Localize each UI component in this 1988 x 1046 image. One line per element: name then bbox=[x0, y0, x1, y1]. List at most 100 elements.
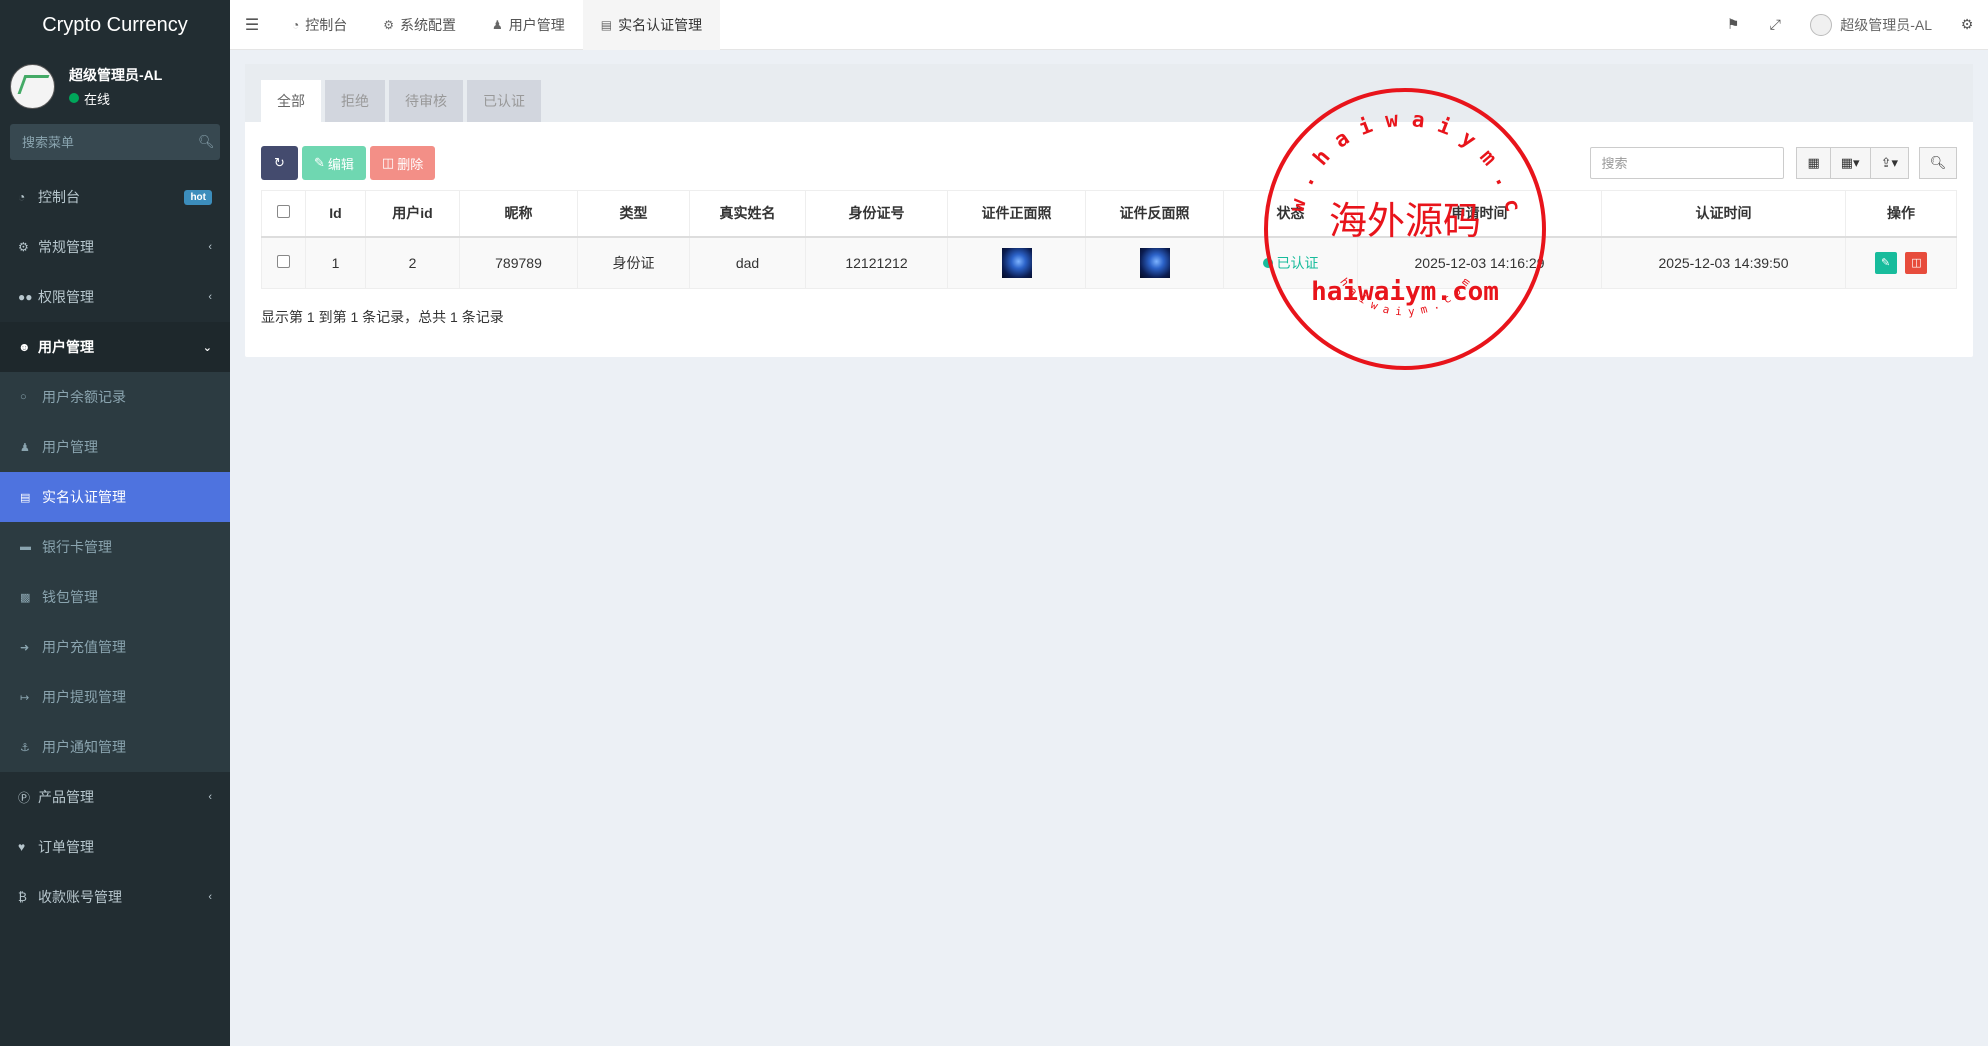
menu-search: 🔍︎ bbox=[10, 124, 220, 160]
cell-actions: ✎ ◫ bbox=[1845, 236, 1957, 289]
cell-nickname: 789789 bbox=[459, 236, 578, 289]
toggle-view-button[interactable]: ▦ bbox=[1796, 147, 1831, 179]
col-id-number[interactable]: 身份证号 bbox=[805, 190, 948, 238]
sidebar-subitem-recharge[interactable]: ➜ 用户充值管理 bbox=[0, 622, 230, 672]
delete-button[interactable]: ◫ 删除 bbox=[369, 146, 436, 180]
sidebar: Crypto Currency 超级管理员-AL 在线 🔍︎ ◔ 控制台 hot… bbox=[0, 0, 230, 1046]
id-back-thumbnail[interactable] bbox=[1139, 247, 1170, 278]
heartbeat-icon: ♥ bbox=[18, 840, 26, 854]
sidebar-item-general[interactable]: ⚙ 常规管理 ‹ bbox=[0, 222, 230, 272]
refresh-icon: ↻ bbox=[274, 155, 285, 170]
circle-o-icon: ○ bbox=[20, 391, 27, 403]
hamburger-menu-icon[interactable]: ☰ bbox=[230, 15, 274, 35]
sign-out-icon: ↦ bbox=[20, 691, 30, 704]
chevron-left-icon: ‹ bbox=[208, 891, 212, 903]
cogs-icon: ⚙ bbox=[18, 240, 29, 254]
cell-type: 身份证 bbox=[577, 236, 690, 289]
cell-real-name: dad bbox=[689, 236, 806, 289]
filter-tabs: 全部 拒绝 待审核 已认证 bbox=[245, 64, 1973, 122]
sidebar-subitem-label: 用户通知管理 bbox=[42, 739, 126, 755]
sidebar-item-products[interactable]: Ⓟ 产品管理 ‹ bbox=[0, 772, 230, 822]
avatar bbox=[10, 63, 55, 109]
col-front-photo[interactable]: 证件正面照 bbox=[947, 190, 1086, 238]
sidebar-item-orders[interactable]: ♥ 订单管理 bbox=[0, 822, 230, 872]
columns-icon: ▦▾ bbox=[1840, 155, 1860, 170]
sidebar-subitem-wallet[interactable]: ▩ 钱包管理 bbox=[0, 572, 230, 622]
menu-search-input[interactable] bbox=[22, 134, 198, 150]
row-edit-button[interactable]: ✎ bbox=[1874, 251, 1897, 274]
cell-front-photo bbox=[947, 236, 1086, 289]
search-button[interactable]: 🔍︎ bbox=[1919, 147, 1957, 179]
chevron-left-icon: ‹ bbox=[208, 291, 212, 303]
table-search-input[interactable] bbox=[1590, 147, 1785, 179]
pencil-icon: ✎ bbox=[1880, 257, 1891, 270]
sidebar-item-label: 控制台 bbox=[38, 189, 80, 205]
header-user-menu[interactable]: 超级管理员-AL bbox=[1796, 13, 1946, 36]
header-tab-users[interactable]: ♟ 用户管理 bbox=[474, 0, 583, 50]
trash-icon: ◫ bbox=[1911, 257, 1922, 270]
filter-tab-rejected[interactable]: 拒绝 bbox=[325, 80, 385, 122]
select-all-checkbox[interactable] bbox=[277, 205, 290, 219]
table-row[interactable]: 1 2 789789 身份证 dad 12121212 已认证 2025-12-… bbox=[261, 236, 1957, 289]
header-tab-settings[interactable]: ⚙ 系统配置 bbox=[365, 0, 474, 50]
col-status[interactable]: 状态 bbox=[1223, 190, 1358, 238]
realname-panel: 全部 拒绝 待审核 已认证 ↻ ✎ 编辑 ◫ 删除 ▦ bbox=[245, 64, 1973, 357]
hot-badge: hot bbox=[184, 189, 212, 205]
col-type[interactable]: 类型 bbox=[577, 190, 690, 238]
table-view-icon: ▦ bbox=[1807, 155, 1820, 170]
sidebar-item-label: 订单管理 bbox=[38, 839, 94, 855]
id-front-thumbnail[interactable] bbox=[1001, 247, 1032, 278]
sidebar-subitem-balance[interactable]: ○ 用户余额记录 bbox=[0, 372, 230, 422]
fullscreen-icon[interactable]: ⤢ bbox=[1754, 16, 1796, 33]
row-checkbox[interactable] bbox=[277, 254, 290, 268]
header-avatar bbox=[1810, 13, 1833, 36]
header-tab-dashboard[interactable]: ◔ 控制台 bbox=[274, 0, 365, 50]
app-logo[interactable]: Crypto Currency bbox=[0, 0, 230, 50]
sidebar-item-accounts[interactable]: ₿ 收款账号管理 ‹ bbox=[0, 872, 230, 922]
sidebar-subitem-label: 用户提现管理 bbox=[42, 689, 126, 705]
header-tab-label: 实名认证管理 bbox=[618, 16, 703, 33]
filter-tab-verified[interactable]: 已认证 bbox=[467, 80, 541, 122]
export-button[interactable]: ⇪▾ bbox=[1869, 147, 1909, 179]
sidebar-subitem-label: 用户充值管理 bbox=[42, 639, 126, 655]
sidebar-subitem-realname[interactable]: ▤ 实名认证管理 bbox=[0, 472, 230, 522]
columns-button[interactable]: ▦▾ bbox=[1829, 147, 1871, 179]
sidebar-item-dashboard[interactable]: ◔ 控制台 hot bbox=[0, 172, 230, 222]
user-circle-icon: ☻ bbox=[18, 340, 31, 354]
dashboard-icon: ◔ bbox=[292, 17, 300, 32]
group-icon: ●● bbox=[18, 290, 33, 304]
sidebar-subitem-users[interactable]: ♟ 用户管理 bbox=[0, 422, 230, 472]
col-back-photo[interactable]: 证件反面照 bbox=[1085, 190, 1224, 238]
product-icon: Ⓟ bbox=[18, 790, 31, 805]
chevron-left-icon: ‹ bbox=[208, 791, 212, 803]
chevron-left-icon: ‹ bbox=[208, 241, 212, 253]
sidebar-subitem-bankcard[interactable]: ▬ 银行卡管理 bbox=[0, 522, 230, 572]
status-badge: 已认证 bbox=[1262, 253, 1319, 273]
col-nickname[interactable]: 昵称 bbox=[459, 190, 578, 238]
cell-id-number: 12121212 bbox=[805, 236, 948, 289]
col-user-id[interactable]: 用户id bbox=[365, 190, 460, 238]
filter-tab-all[interactable]: 全部 bbox=[261, 80, 321, 122]
sidebar-subitem-notify[interactable]: ⚓ 用户通知管理 bbox=[0, 722, 230, 772]
sidebar-subitem-withdraw[interactable]: ↦ 用户提现管理 bbox=[0, 672, 230, 722]
edit-button[interactable]: ✎ 编辑 bbox=[302, 146, 366, 180]
header-tab-realname[interactable]: ▤ 实名认证管理 bbox=[582, 0, 721, 50]
settings-icon[interactable]: ⚙ bbox=[1946, 16, 1988, 33]
search-icon[interactable]: 🔍︎ bbox=[198, 134, 215, 150]
filter-tab-pending[interactable]: 待审核 bbox=[389, 80, 463, 122]
sidebar-item-label: 常规管理 bbox=[38, 239, 94, 255]
sidebar-subitem-label: 用户管理 bbox=[42, 439, 98, 455]
user-icon: ♟ bbox=[492, 17, 503, 32]
col-verify-time[interactable]: 认证时间 bbox=[1601, 190, 1846, 238]
col-id[interactable]: Id bbox=[305, 190, 366, 238]
sidebar-item-users[interactable]: ☻ 用户管理 ⌄ bbox=[0, 322, 230, 372]
language-icon[interactable]: ⚑ bbox=[1712, 16, 1754, 33]
col-apply-time[interactable]: 申请时间 bbox=[1357, 190, 1602, 238]
user-status: 在线 bbox=[69, 89, 162, 108]
cell-status: 已认证 bbox=[1223, 236, 1358, 289]
cog-icon: ⚙ bbox=[383, 17, 395, 32]
sidebar-item-permission[interactable]: ●● 权限管理 ‹ bbox=[0, 272, 230, 322]
col-real-name[interactable]: 真实姓名 bbox=[689, 190, 806, 238]
refresh-button[interactable]: ↻ bbox=[261, 146, 298, 180]
row-delete-button[interactable]: ◫ bbox=[1905, 251, 1928, 274]
